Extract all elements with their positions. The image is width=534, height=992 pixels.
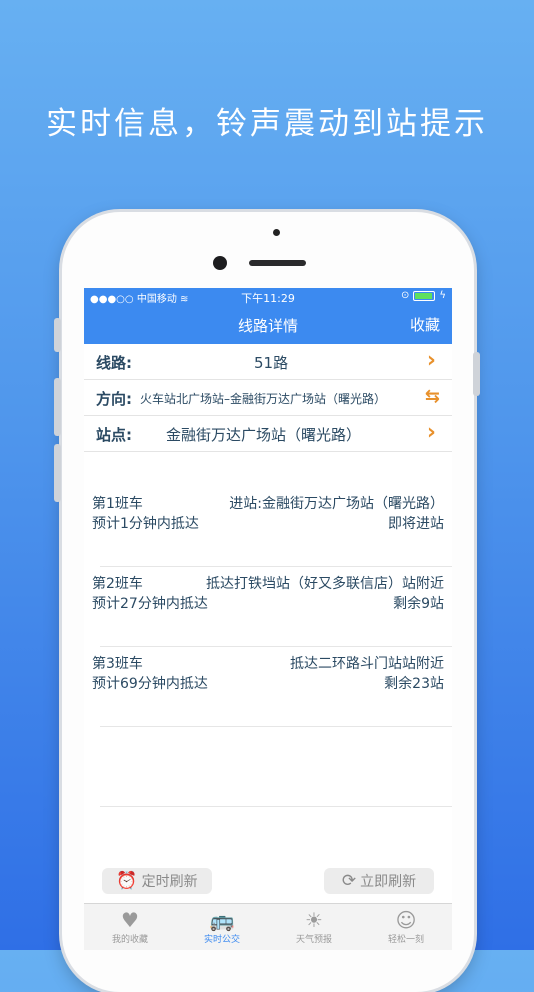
status-bar: ●●●○○ 中国移动 ≋ 下午11:29 ⊙ ϟ bbox=[84, 288, 452, 305]
timed-refresh-label: 定时刷新 bbox=[141, 874, 198, 890]
direction-label: 方向: bbox=[96, 390, 132, 408]
bus-item-3: 第3班车 抵达二环路斗门站站附近 预计69分钟内抵达 剩余23站 bbox=[92, 654, 444, 694]
battery-icon bbox=[413, 290, 436, 301]
tab-label: 轻松一刻 bbox=[387, 935, 424, 945]
station-value: 金融街万达广场站（曙光路） bbox=[166, 426, 362, 444]
timed-refresh-button[interactable]: ⏰ 定时刷新 bbox=[102, 868, 212, 894]
bus-item-2: 第2班车 抵达打铁垱站（好又多联信店）站附近 预计27分钟内抵达 剩余9站 bbox=[92, 574, 444, 614]
divider bbox=[100, 726, 452, 727]
bus-eta: 预计69分钟内抵达 bbox=[92, 676, 208, 692]
bus-name: 第2班车 bbox=[92, 576, 143, 592]
tab-weather[interactable]: ☀ 天气预报 bbox=[268, 904, 360, 950]
phone-speaker bbox=[249, 260, 306, 266]
route-label: 线路: bbox=[96, 354, 132, 372]
alarm-clock-icon: ⏰ bbox=[116, 871, 138, 891]
station-row[interactable]: 站点: 金融街万达广场站（曙光路） › bbox=[84, 416, 452, 452]
orientation-lock-icon: ⊙ bbox=[401, 290, 410, 301]
tab-relax[interactable]: ☺ 轻松一刻 bbox=[360, 904, 452, 950]
phone-camera bbox=[213, 256, 227, 270]
charging-icon: ϟ bbox=[439, 290, 446, 301]
bus-location: 抵达二环路斗门站站附近 bbox=[290, 656, 444, 672]
refresh-now-label: 立即刷新 bbox=[360, 874, 417, 890]
bus-remaining: 即将进站 bbox=[388, 516, 444, 532]
bus-remaining: 剩余23站 bbox=[384, 676, 444, 692]
phone-volume-up bbox=[54, 378, 61, 436]
nav-bar: 线路详情 收藏 bbox=[84, 304, 452, 344]
divider bbox=[100, 806, 452, 807]
refresh-icon: ⟳ bbox=[341, 871, 357, 891]
status-right: ⊙ ϟ bbox=[401, 290, 446, 301]
chevron-right-icon: › bbox=[426, 348, 436, 373]
route-row[interactable]: 线路: 51路 › bbox=[84, 344, 452, 380]
tab-label: 实时公交 bbox=[203, 935, 240, 945]
tab-bar: ♥ 我的收藏 🚌 实时公交 ☀ 天气预报 ☺ 轻松一刻 bbox=[84, 903, 452, 950]
bus-eta: 预计27分钟内抵达 bbox=[92, 596, 208, 612]
page-title: 线路详情 bbox=[237, 317, 298, 335]
bus-location: 抵达打铁垱站（好又多联信店）站附近 bbox=[206, 576, 444, 592]
bus-name: 第1班车 bbox=[92, 496, 143, 512]
route-value: 51路 bbox=[254, 354, 289, 372]
phone-sensor bbox=[273, 229, 280, 236]
tab-label: 天气预报 bbox=[295, 935, 332, 945]
favorite-button[interactable]: 收藏 bbox=[410, 314, 440, 335]
phone-power-button bbox=[473, 352, 480, 396]
phone-volume-down bbox=[54, 444, 61, 502]
station-label: 站点: bbox=[96, 426, 132, 444]
app-screen: ●●●○○ 中国移动 ≋ 下午11:29 ⊙ ϟ 线路详情 收藏 线路: 51路… bbox=[84, 288, 452, 950]
divider bbox=[100, 566, 452, 567]
bus-location: 进站:金融街万达广场站（曙光路） bbox=[229, 496, 444, 512]
divider bbox=[100, 646, 452, 647]
phone-side-button bbox=[54, 318, 61, 352]
direction-value: 火车站北广场站–金融街万达广场站（曙光路） bbox=[140, 392, 387, 406]
promo-headline: 实时信息，铃声震动到站提示 bbox=[46, 106, 488, 142]
bus-icon: 🚌 bbox=[209, 908, 235, 932]
smile-icon: ☺ bbox=[395, 908, 417, 932]
tab-label: 我的收藏 bbox=[111, 935, 148, 945]
heart-icon: ♥ bbox=[121, 908, 139, 932]
bus-eta: 预计1分钟内抵达 bbox=[92, 516, 199, 532]
bus-remaining: 剩余9站 bbox=[393, 596, 444, 612]
refresh-now-button[interactable]: ⟳ 立即刷新 bbox=[324, 868, 434, 894]
sun-icon: ☀ bbox=[305, 908, 323, 932]
bus-name: 第3班车 bbox=[92, 656, 143, 672]
bus-item-1: 第1班车 进站:金融街万达广场站（曙光路） 预计1分钟内抵达 即将进站 bbox=[92, 494, 444, 534]
tab-realtime-bus[interactable]: 🚌 实时公交 bbox=[176, 904, 268, 950]
direction-row[interactable]: 方向: 火车站北广场站–金融街万达广场站（曙光路） ⇆ bbox=[84, 380, 452, 416]
chevron-right-icon: › bbox=[426, 420, 436, 445]
tab-favorites[interactable]: ♥ 我的收藏 bbox=[84, 904, 176, 950]
swap-direction-icon[interactable]: ⇆ bbox=[425, 386, 440, 407]
